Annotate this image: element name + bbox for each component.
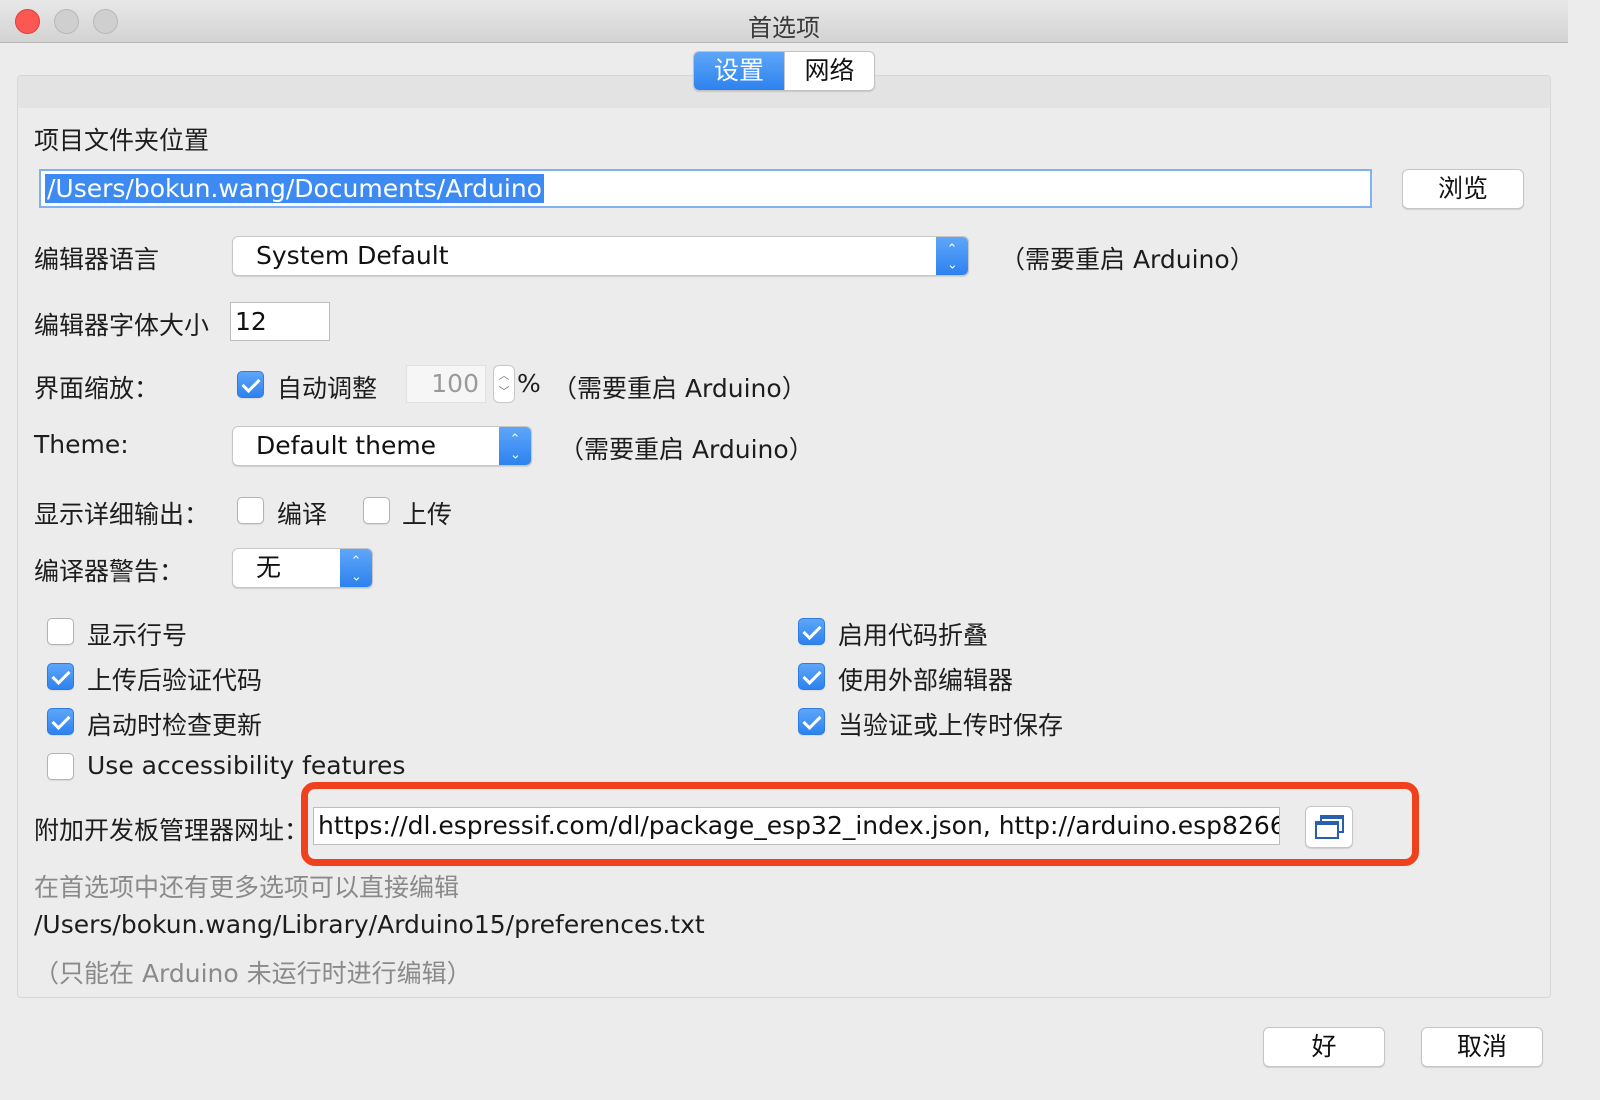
scale-percent-input[interactable]: 100 — [406, 365, 486, 403]
sketchbook-path-input[interactable]: /Users/bokun.wang/Documents/Arduino — [39, 169, 1372, 208]
accessibility-label: Use accessibility features — [87, 751, 406, 780]
verbose-compile-checkbox[interactable] — [237, 497, 264, 524]
title-bar: 首选项 — [0, 0, 1568, 43]
check-updates-checkbox[interactable] — [47, 708, 74, 735]
theme-note: （需要重启 Arduino） — [559, 435, 814, 464]
editor-language-value: System Default — [256, 241, 449, 270]
save-on-verify-label: 当验证或上传时保存 — [838, 711, 1064, 740]
board-urls-label: 附加开发板管理器网址： — [34, 816, 310, 845]
tab-settings[interactable]: 设置 — [694, 52, 784, 90]
auto-scale-checkbox[interactable] — [237, 371, 264, 398]
code-folding-label: 启用代码折叠 — [838, 621, 989, 650]
editor-font-size-label: 编辑器字体大小 — [34, 311, 210, 340]
chevron-updown-icon: ⌃ ⌃ — [936, 237, 968, 275]
browse-button[interactable]: 浏览 — [1402, 169, 1524, 209]
verbose-upload-checkbox[interactable] — [363, 497, 390, 524]
tab-network[interactable]: 网络 — [784, 52, 874, 90]
accessibility-checkbox[interactable] — [47, 753, 74, 780]
chevron-updown-icon: ⌃ ⌃ — [499, 427, 531, 465]
sketchbook-path-value: /Users/bokun.wang/Documents/Arduino — [45, 174, 544, 203]
editor-language-select[interactable]: System Default ⌃ ⌃ — [232, 236, 969, 276]
verbose-output-label: 显示详细输出： — [34, 500, 210, 529]
edit-when-closed-note: （只能在 Arduino 未运行时进行编辑） — [34, 959, 472, 988]
editor-language-note: （需要重启 Arduino） — [1000, 245, 1255, 274]
verbose-compile-label: 编译 — [277, 500, 328, 529]
theme-select[interactable]: Default theme ⌃ ⌃ — [232, 426, 532, 466]
scale-unit-label: % — [517, 369, 541, 398]
ok-button[interactable]: 好 — [1263, 1027, 1385, 1067]
tab-bar: 设置 网络 — [693, 51, 875, 91]
save-on-verify-checkbox[interactable] — [798, 708, 825, 735]
sketchbook-location-label: 项目文件夹位置 — [34, 126, 210, 155]
cancel-button[interactable]: 取消 — [1421, 1027, 1543, 1067]
show-line-numbers-checkbox[interactable] — [47, 618, 74, 645]
chevron-updown-icon: ⌃ ⌃ — [340, 549, 372, 587]
editor-font-size-input[interactable]: 12 — [230, 302, 330, 341]
external-editor-checkbox[interactable] — [798, 663, 825, 690]
verify-after-upload-checkbox[interactable] — [47, 663, 74, 690]
auto-scale-label: 自动调整 — [277, 374, 378, 403]
editor-language-label: 编辑器语言 — [34, 245, 160, 274]
highlight-annotation — [301, 782, 1419, 866]
scale-stepper[interactable]: ︿ ﹀ — [493, 365, 515, 403]
compiler-warnings-select[interactable]: 无 ⌃ ⌃ — [232, 548, 373, 588]
show-line-numbers-label: 显示行号 — [87, 621, 188, 650]
theme-label: Theme: — [34, 430, 129, 459]
preferences-file-path: /Users/bokun.wang/Library/Arduino15/pref… — [34, 910, 705, 939]
check-updates-label: 启动时检查更新 — [87, 711, 263, 740]
verbose-upload-label: 上传 — [402, 500, 453, 529]
theme-value: Default theme — [256, 431, 437, 460]
compiler-warnings-label: 编译器警告： — [34, 557, 185, 586]
interface-scale-note: （需要重启 Arduino） — [552, 374, 807, 403]
external-editor-label: 使用外部编辑器 — [838, 666, 1014, 695]
compiler-warnings-value: 无 — [256, 553, 282, 582]
verify-after-upload-label: 上传后验证代码 — [87, 666, 263, 695]
window-title: 首选项 — [748, 14, 820, 42]
more-preferences-note: 在首选项中还有更多选项可以直接编辑 — [34, 873, 460, 902]
interface-scale-label: 界面缩放： — [34, 374, 160, 403]
code-folding-checkbox[interactable] — [798, 618, 825, 645]
